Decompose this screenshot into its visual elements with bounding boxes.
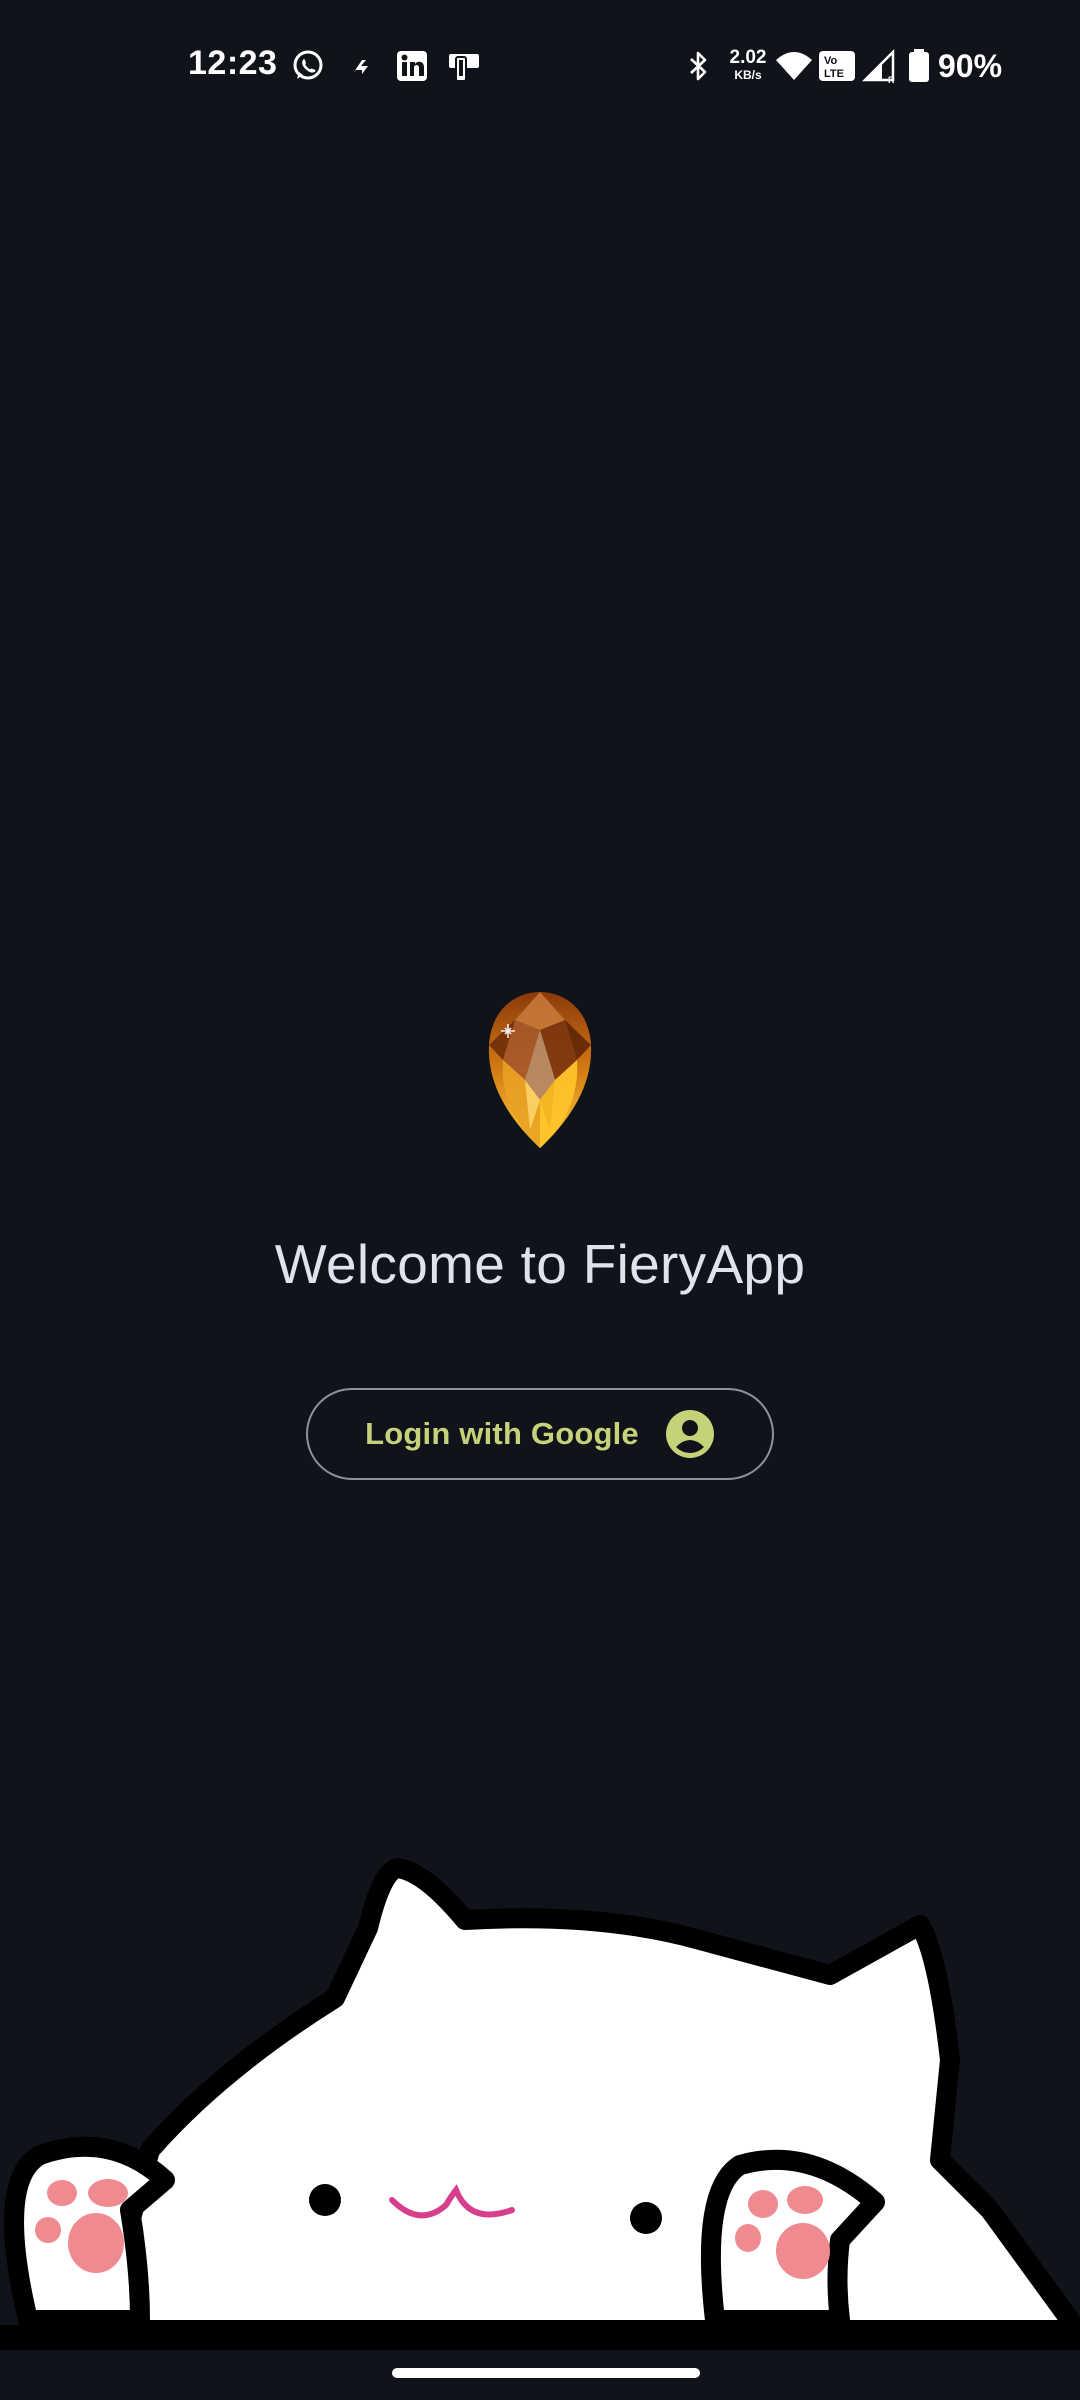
wifi-icon — [776, 52, 812, 80]
svg-text:LTE: LTE — [824, 68, 844, 80]
svg-text:Vo: Vo — [824, 55, 838, 67]
network-speed: 2.02 KB/s — [726, 48, 770, 81]
whatsapp-icon — [293, 50, 323, 80]
linkedin-icon — [397, 51, 427, 81]
cell-signal-icon: R — [862, 48, 895, 84]
battery-percentage: 90% — [938, 48, 1003, 84]
bluetooth-icon — [690, 51, 707, 81]
volte-icon: Vo LTE — [819, 51, 855, 81]
login-with-google-button[interactable]: Login with Google — [306, 1388, 774, 1480]
svg-text:R: R — [888, 75, 895, 84]
battery-icon — [909, 49, 929, 82]
status-bar: 12:23 2.02 KB/s Vo LTE R 90% — [0, 0, 1080, 130]
account-circle-icon — [665, 1410, 714, 1458]
welcome-screen: 12:23 2.02 KB/s Vo LTE R 90% Welcome to … — [0, 0, 1080, 2400]
network-speed-value: 2.02 — [729, 47, 767, 68]
status-time: 12:23 — [188, 44, 278, 82]
bongo-cat-illustration — [0, 1858, 1080, 2350]
welcome-title: Welcome to FieryApp — [274, 1233, 806, 1295]
amber-gem-icon — [488, 992, 592, 1148]
device-sync-icon — [449, 54, 479, 82]
network-speed-unit: KB/s — [734, 68, 762, 82]
home-indicator[interactable] — [392, 2368, 700, 2378]
fiery-notification-icon — [354, 60, 368, 74]
login-button-label: Login with Google — [365, 1416, 639, 1451]
